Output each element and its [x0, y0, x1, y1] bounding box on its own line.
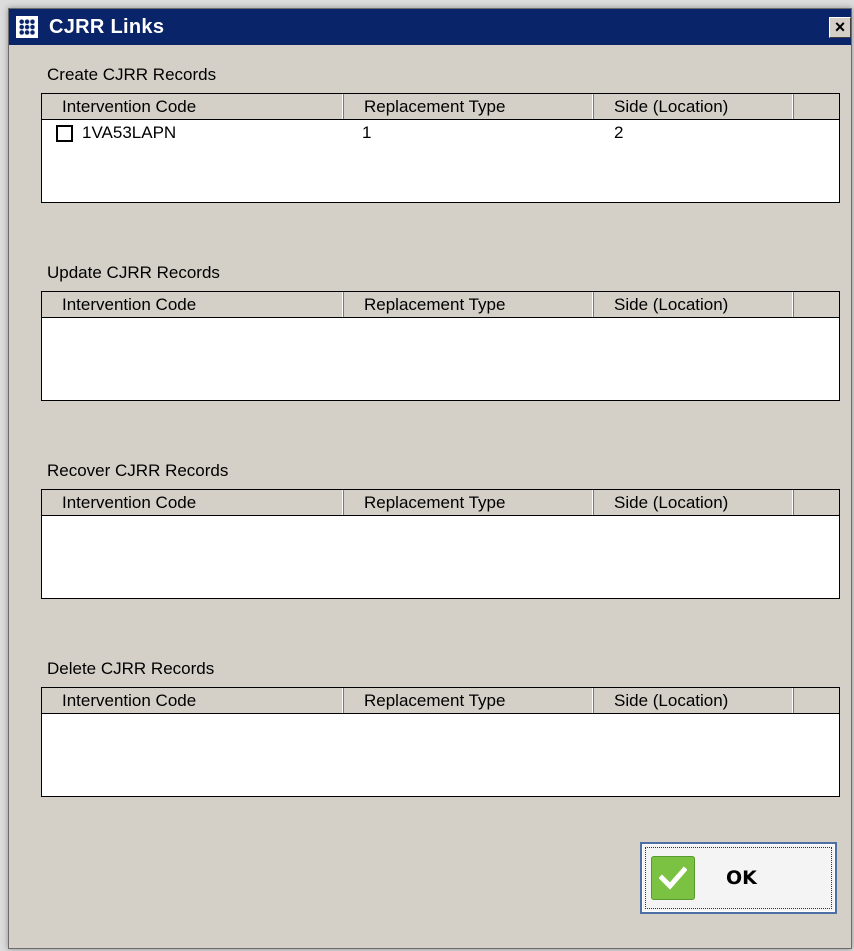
- ok-button[interactable]: OK: [640, 842, 837, 914]
- column-header-filler: [794, 688, 840, 713]
- column-header-intervention-code[interactable]: Intervention Code: [42, 292, 344, 317]
- cjrr-links-dialog: CJRR Links × Create CJRR Records Interve…: [8, 8, 852, 949]
- row-checkbox[interactable]: [56, 125, 73, 142]
- column-header-side-location[interactable]: Side (Location): [594, 292, 794, 317]
- app-icon: [15, 15, 39, 39]
- column-header-intervention-code[interactable]: Intervention Code: [42, 490, 344, 515]
- ok-button-label: OK: [726, 867, 757, 889]
- checkmark-icon: [651, 856, 695, 900]
- column-header-side-location[interactable]: Side (Location): [594, 490, 794, 515]
- column-header-replacement-type[interactable]: Replacement Type: [344, 490, 594, 515]
- column-header-side-location[interactable]: Side (Location): [594, 688, 794, 713]
- column-header-filler: [794, 94, 840, 119]
- column-header-intervention-code[interactable]: Intervention Code: [42, 94, 344, 119]
- column-header-replacement-type[interactable]: Replacement Type: [344, 688, 594, 713]
- create-section-label: Create CJRR Records: [47, 65, 217, 84]
- delete-records-list[interactable]: Intervention Code Replacement Type Side …: [41, 687, 840, 797]
- column-header-side-location[interactable]: Side (Location): [594, 94, 794, 119]
- recover-section-label: Recover CJRR Records: [47, 461, 229, 480]
- title-bar[interactable]: CJRR Links ×: [9, 9, 851, 45]
- list-item[interactable]: 1VA53LAPN 1 2: [42, 120, 839, 146]
- close-button[interactable]: ×: [829, 17, 851, 38]
- update-section-label: Update CJRR Records: [47, 263, 220, 282]
- column-header-replacement-type[interactable]: Replacement Type: [344, 292, 594, 317]
- update-records-list[interactable]: Intervention Code Replacement Type Side …: [41, 291, 840, 401]
- window-title: CJRR Links: [49, 16, 165, 38]
- column-header-replacement-type[interactable]: Replacement Type: [344, 94, 594, 119]
- column-header-intervention-code[interactable]: Intervention Code: [42, 688, 344, 713]
- column-header-filler: [794, 292, 840, 317]
- list-header: Intervention Code Replacement Type Side …: [42, 94, 839, 120]
- list-header: Intervention Code Replacement Type Side …: [42, 688, 839, 714]
- create-records-list[interactable]: Intervention Code Replacement Type Side …: [41, 93, 840, 203]
- replacement-type-cell: 1: [362, 123, 372, 142]
- intervention-code-cell: 1VA53LAPN: [82, 123, 177, 142]
- list-header: Intervention Code Replacement Type Side …: [42, 490, 839, 516]
- column-header-filler: [794, 490, 840, 515]
- recover-records-list[interactable]: Intervention Code Replacement Type Side …: [41, 489, 840, 599]
- side-location-cell: 2: [614, 123, 624, 142]
- delete-section-label: Delete CJRR Records: [47, 659, 215, 678]
- list-header: Intervention Code Replacement Type Side …: [42, 292, 839, 318]
